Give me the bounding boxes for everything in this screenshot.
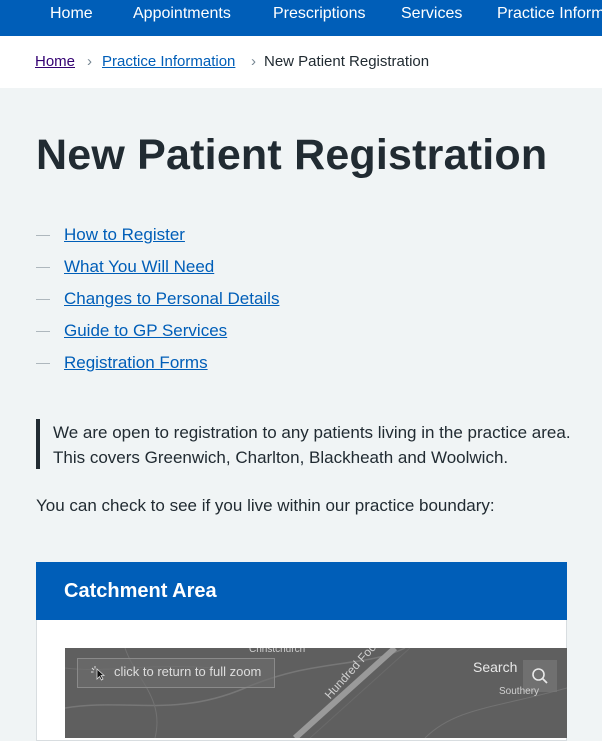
breadcrumb: Home › Practice Information › New Patien… xyxy=(0,36,602,88)
contents-link-registration-forms[interactable]: Registration Forms xyxy=(64,352,208,374)
nav-prescriptions[interactable]: Prescriptions xyxy=(273,0,365,30)
breadcrumb-chevron-icon: › xyxy=(251,53,256,70)
dash-icon xyxy=(36,299,50,300)
contents-link-what-you-will-need[interactable]: What You Will Need xyxy=(64,256,214,278)
contents-link-guide-to-gp-services[interactable]: Guide to GP Services xyxy=(64,320,227,342)
full-zoom-button[interactable]: click to return to full zoom xyxy=(77,658,275,688)
catchment-card-title: Catchment Area xyxy=(64,580,217,602)
dash-icon xyxy=(36,331,50,332)
full-zoom-label: click to return to full zoom xyxy=(114,664,262,679)
catchment-map[interactable]: Christchurch Hundred Foot Washes click t… xyxy=(65,648,567,738)
breadcrumb-practice-information-link[interactable]: Practice Information xyxy=(102,53,235,71)
breadcrumb-current-page: New Patient Registration xyxy=(264,53,430,70)
catchment-card-header: Catchment Area xyxy=(36,562,567,620)
nav-practice-information[interactable]: Practice Informa xyxy=(497,0,602,30)
map-place-label: Southery xyxy=(499,686,540,697)
contents-link-how-to-register[interactable]: How to Register xyxy=(64,224,185,246)
top-navigation: Home Appointments Prescriptions Services… xyxy=(0,0,602,36)
contents-link-changes-to-personal-details[interactable]: Changes to Personal Details xyxy=(64,288,279,310)
dash-icon xyxy=(36,235,50,236)
map-search-label: Search xyxy=(473,659,518,675)
boundary-check-text: You can check to see if you live within … xyxy=(36,496,495,515)
inset-text: We are open to registration to any patie… xyxy=(36,419,580,469)
map-place-label: Christchurch xyxy=(249,648,306,655)
inset-paragraph: We are open to registration to any patie… xyxy=(53,423,571,467)
search-icon xyxy=(532,668,548,684)
dash-icon xyxy=(36,363,50,364)
breadcrumb-chevron-icon: › xyxy=(87,53,92,70)
nav-appointments[interactable]: Appointments xyxy=(133,0,231,30)
cursor-icon xyxy=(91,666,106,681)
nav-home[interactable]: Home xyxy=(50,0,93,30)
dash-icon xyxy=(36,267,50,268)
breadcrumb-home-link[interactable]: Home xyxy=(35,53,75,71)
page-title: New Patient Registration xyxy=(36,131,548,179)
nav-services[interactable]: Services xyxy=(401,0,462,30)
